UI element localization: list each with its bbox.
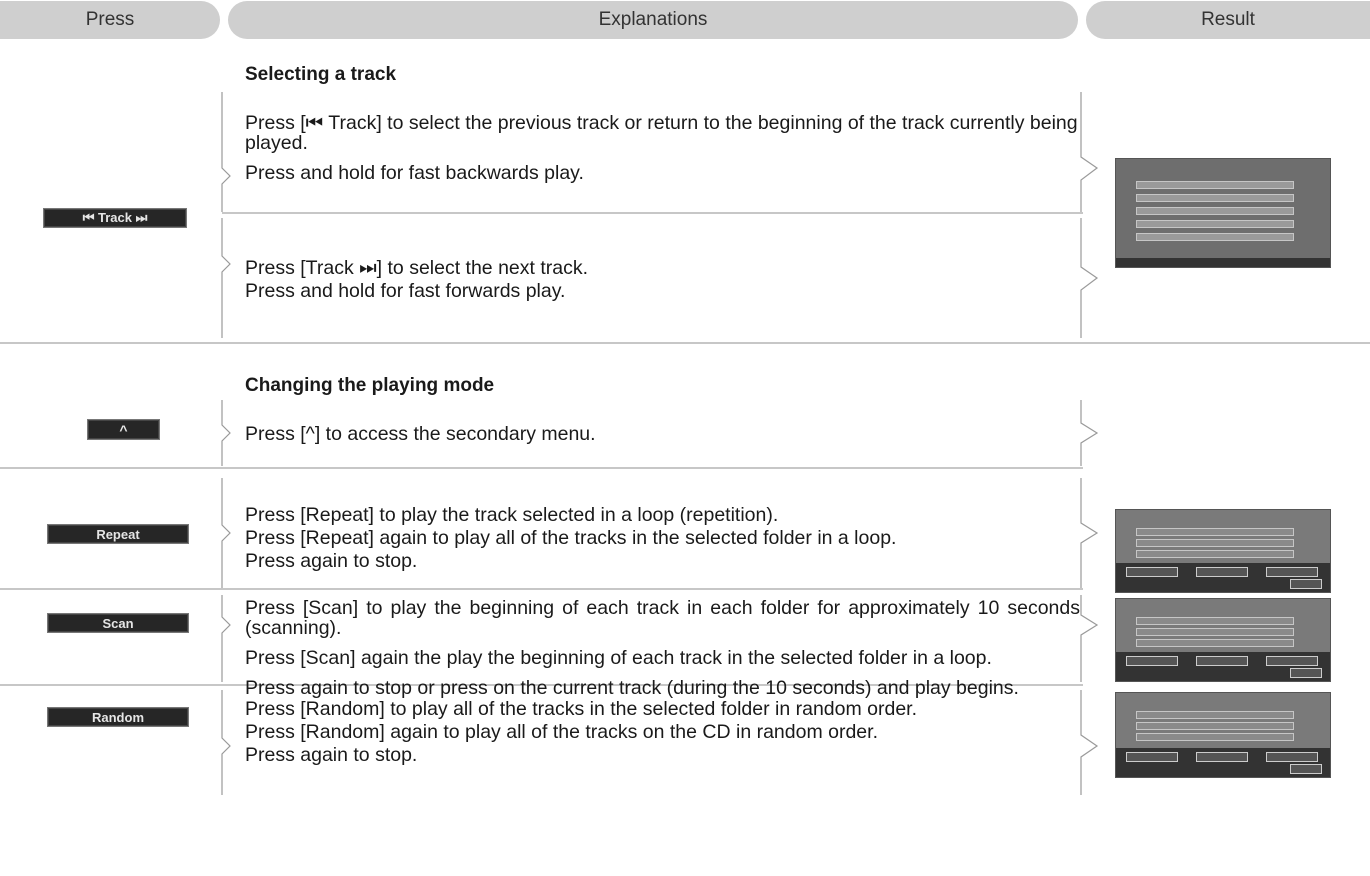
divider bbox=[0, 342, 1370, 344]
divider bbox=[0, 467, 1083, 469]
explanation-line: Press [^] to access the secondary menu. bbox=[245, 423, 596, 445]
explanation-line: Press [Repeat] to play the track selecte… bbox=[245, 504, 779, 526]
explanation-repeat: Press [Repeat] to play the track selecte… bbox=[245, 505, 1080, 571]
result-screen-scan bbox=[1115, 598, 1331, 682]
divider bbox=[222, 212, 1083, 214]
explanation-line: Press [Random] to play all of the tracks… bbox=[245, 698, 918, 720]
track-button[interactable]: ⏮ Track ⏭ bbox=[43, 208, 187, 228]
explanation-line: Press [Repeat] again to play all of the … bbox=[245, 527, 897, 549]
result-screen-random bbox=[1115, 692, 1331, 778]
explanation-line: Press [Scan] again the play the beginnin… bbox=[245, 647, 992, 669]
explanation-line: Press and hold for fast backwards play. bbox=[245, 162, 584, 184]
scan-button[interactable]: Scan bbox=[47, 613, 189, 633]
explanation-line: Press again to stop. bbox=[245, 550, 418, 572]
divider bbox=[0, 588, 1083, 590]
explanation-scan: Press [Scan] to play the beginning of ea… bbox=[245, 598, 1080, 698]
explanation-line: Press [Scan] to play the beginning of ea… bbox=[245, 597, 1080, 639]
up-button[interactable]: ^ bbox=[87, 419, 160, 440]
explanation-next-track: Press [Track ⏭] to select the next track… bbox=[245, 258, 1080, 301]
explanation-line: Press [Random] again to play all of the … bbox=[245, 721, 878, 743]
explanation-random: Press [Random] to play all of the tracks… bbox=[245, 699, 1080, 765]
explanation-line: Press again to stop. bbox=[245, 744, 418, 766]
explanation-line: Press again to stop or press on the curr… bbox=[245, 677, 1019, 699]
result-screen-repeat bbox=[1115, 509, 1331, 593]
explanation-up: Press [^] to access the secondary menu. bbox=[245, 424, 1080, 444]
explanation-line: Press [Track ⏭] to select the next track… bbox=[245, 257, 589, 279]
repeat-button[interactable]: Repeat bbox=[47, 524, 189, 544]
random-button[interactable]: Random bbox=[47, 707, 189, 727]
explanation-prev-track: Press [⏮ Track] to select the previous t… bbox=[245, 113, 1080, 183]
explanation-line: Press [⏮ Track] to select the previous t… bbox=[245, 112, 1078, 154]
explanation-line: Press and hold for fast forwards play. bbox=[245, 280, 566, 302]
result-screen-track-list bbox=[1115, 158, 1331, 268]
